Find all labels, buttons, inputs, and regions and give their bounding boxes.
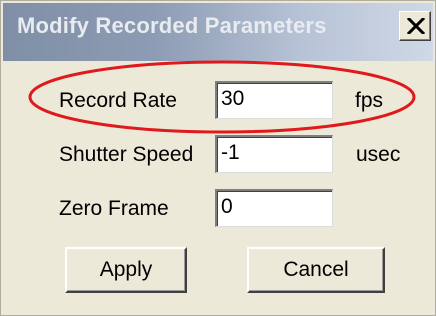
modify-recorded-parameters-dialog: Modify Recorded Parameters Record Rate 3… <box>0 0 436 316</box>
highlight-ellipse <box>28 60 416 134</box>
